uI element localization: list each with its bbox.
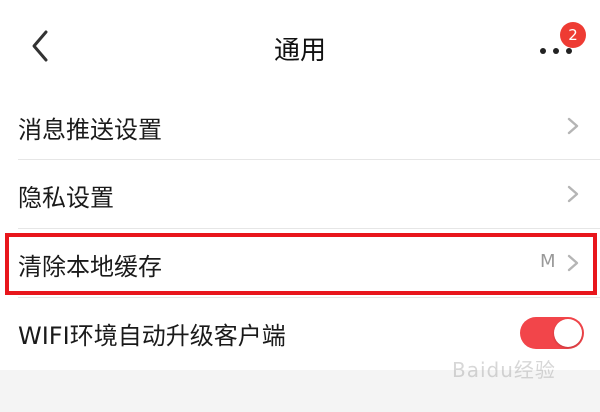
notification-badge: 2 <box>560 22 586 48</box>
highlight-box <box>5 233 597 295</box>
watermark: Baidu经验 <box>452 358 556 382</box>
wifi-auto-update-toggle[interactable] <box>520 317 584 349</box>
setting-push-notifications[interactable]: 消息推送设置 <box>0 92 600 160</box>
setting-label: 消息推送设置 <box>18 116 162 144</box>
top-bar: 通用 2 <box>0 0 600 92</box>
page-title: 通用 <box>273 36 326 66</box>
setting-label: WIFI环境自动升级客户端 <box>18 322 286 350</box>
chevron-right-icon <box>567 185 579 203</box>
setting-privacy[interactable]: 隐私设置 <box>0 160 600 228</box>
chevron-right-icon <box>567 117 579 135</box>
setting-label: 隐私设置 <box>18 184 114 212</box>
more-dots-icon <box>540 48 572 54</box>
more-button[interactable]: 2 <box>536 22 592 72</box>
toggle-knob <box>554 319 582 347</box>
